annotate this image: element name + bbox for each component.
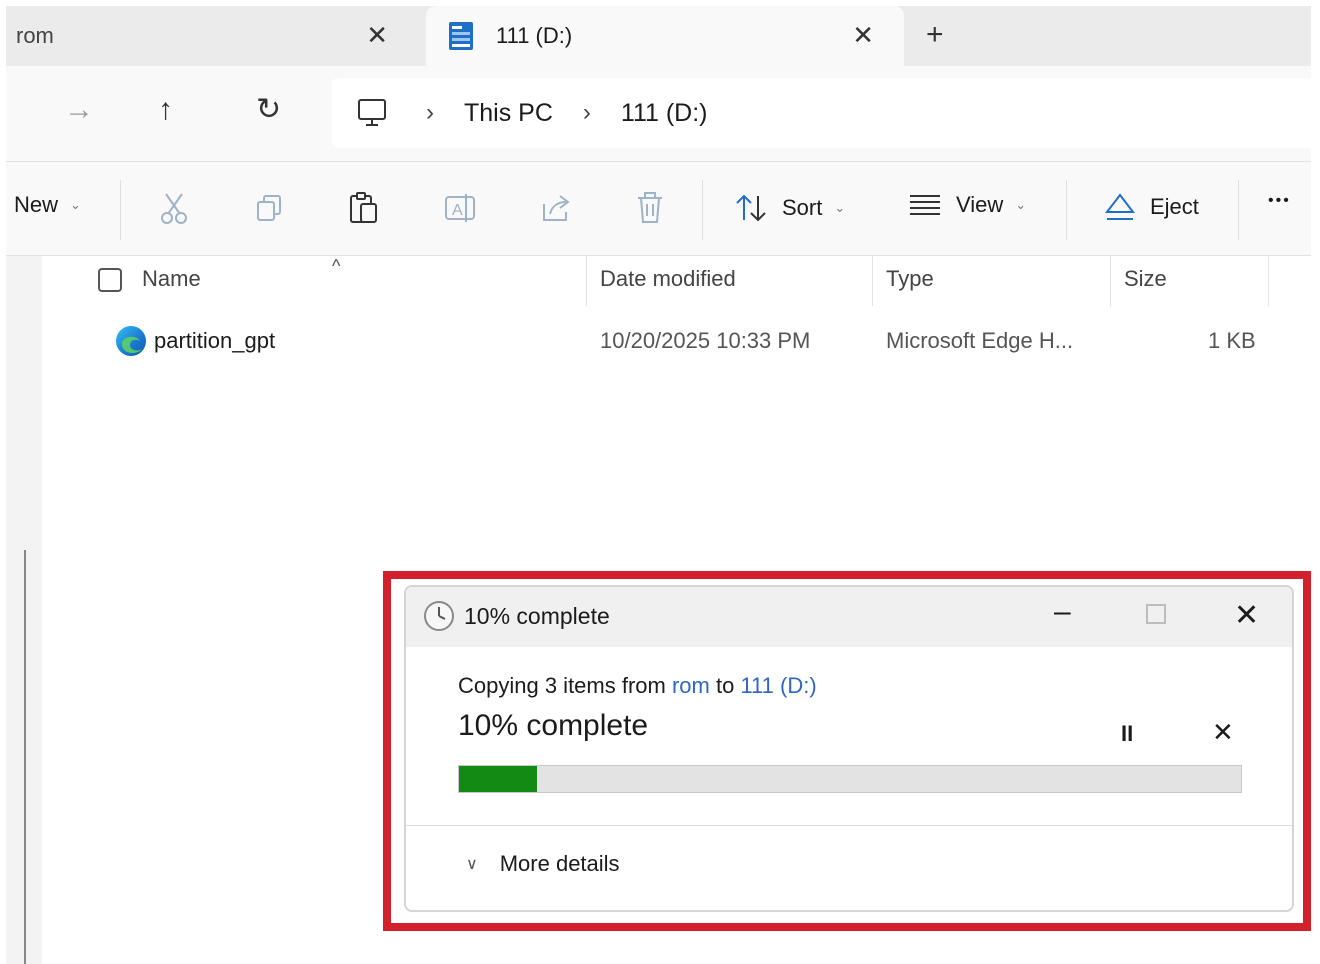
new-tab-button[interactable]: +	[926, 18, 944, 52]
more-options-button[interactable]: •••	[1268, 192, 1291, 210]
file-type: Microsoft Edge H...	[886, 328, 1074, 353]
chevron-down-icon: ⌄	[70, 197, 81, 212]
breadcrumb[interactable]: › This PC › 111 (D:)	[332, 78, 1317, 148]
dialog-title: 10% complete	[464, 603, 610, 629]
column-separator	[872, 256, 873, 306]
column-size[interactable]: Size	[1124, 266, 1167, 292]
summary-mid: to	[709, 673, 741, 698]
file-row[interactable]: partition_gpt 10/20/2025 10:33 PM Micros…	[42, 318, 1311, 368]
view-label: View	[956, 192, 1004, 217]
breadcrumb-separator: ›	[582, 99, 591, 126]
sort-button[interactable]: Sort ⌄	[734, 192, 845, 224]
copy-icon[interactable]	[252, 190, 288, 226]
source-link[interactable]: rom	[672, 673, 710, 698]
chevron-down-icon: ⌄	[1015, 197, 1027, 212]
copy-summary: Copying 3 items from rom to 111 (D:)	[458, 673, 817, 699]
column-separator	[1110, 256, 1111, 306]
divider	[1066, 180, 1067, 240]
monitor-icon	[358, 99, 386, 126]
summary-prefix: Copying 3 items from	[458, 673, 672, 698]
clock-icon	[424, 601, 454, 631]
new-button[interactable]: New ⌄	[14, 192, 81, 218]
progress-bar-fill	[459, 766, 538, 792]
dialog-title-bar: 10% complete – ✕	[406, 587, 1292, 647]
divider	[406, 825, 1292, 826]
pause-button[interactable]: II	[1121, 721, 1133, 747]
breadcrumb-this-pc[interactable]: This PC	[464, 99, 553, 128]
file-name: partition_gpt	[154, 328, 276, 353]
chevron-down-icon: ⌄	[834, 200, 846, 215]
more-details-button[interactable]: ∨ More details	[466, 851, 620, 877]
cancel-copy-button[interactable]: ✕	[1212, 717, 1234, 748]
cut-icon[interactable]	[156, 190, 192, 226]
view-button[interactable]: View ⌄	[908, 192, 1026, 218]
column-separator	[586, 256, 587, 306]
chevron-down-icon: ∨	[466, 856, 478, 873]
column-header: Name ^ Date modified Type Size	[42, 256, 1311, 308]
navigation-pane-border	[24, 550, 26, 964]
progress-status: 10% complete	[458, 709, 649, 742]
up-button[interactable]: ↑	[158, 92, 173, 128]
dialog-close-button[interactable]: ✕	[1234, 599, 1259, 633]
address-bar: → ↑ ↻ › This PC › 111 (D:)	[6, 66, 1317, 162]
destination-link[interactable]: 111 (D:)	[740, 673, 816, 698]
eject-icon	[1104, 193, 1136, 220]
column-type[interactable]: Type	[886, 266, 934, 292]
command-bar: New ⌄ A Sort ⌄ View ⌄ Eject •••	[6, 162, 1311, 256]
progress-bar	[458, 765, 1242, 793]
tab-label: 111 (D:)	[496, 23, 573, 48]
select-all-checkbox[interactable]	[98, 268, 122, 292]
edge-html-file-icon	[116, 326, 146, 356]
copy-progress-dialog: 10% complete – ✕ Copying 3 items from ro…	[404, 585, 1294, 912]
file-date: 10/20/2025 10:33 PM	[600, 328, 811, 353]
rename-icon[interactable]: A	[442, 190, 478, 226]
more-details-label: More details	[499, 851, 620, 876]
tab-rom[interactable]: rom ✕	[6, 6, 418, 66]
close-icon[interactable]: ✕	[366, 20, 388, 50]
breadcrumb-separator: ›	[426, 99, 434, 126]
new-label: New	[14, 192, 59, 217]
eject-button[interactable]: Eject	[1104, 192, 1199, 222]
close-icon[interactable]: ✕	[852, 20, 874, 50]
maximize-button	[1146, 604, 1166, 624]
divider	[1238, 180, 1239, 240]
column-date-modified[interactable]: Date modified	[600, 266, 736, 292]
delete-icon[interactable]	[632, 190, 668, 226]
tab-strip: rom ✕ 111 (D:) ✕ +	[6, 6, 1311, 66]
divider	[120, 180, 121, 240]
refresh-button[interactable]: ↻	[256, 92, 281, 128]
column-name[interactable]: Name	[142, 266, 201, 292]
view-icon	[910, 195, 940, 215]
divider	[702, 180, 703, 240]
share-icon[interactable]	[538, 190, 574, 226]
sort-icon	[736, 194, 766, 222]
forward-button[interactable]: →	[64, 92, 94, 128]
column-separator	[1268, 256, 1269, 306]
file-size: 1 KB	[1208, 328, 1256, 353]
sort-ascending-icon: ^	[332, 256, 341, 276]
tab-drive-d[interactable]: 111 (D:) ✕	[426, 6, 904, 66]
svg-text:A: A	[452, 202, 463, 219]
paste-icon[interactable]	[346, 190, 382, 226]
drive-icon	[449, 22, 473, 50]
breadcrumb-drive[interactable]: 111 (D:)	[621, 99, 708, 128]
eject-label: Eject	[1150, 194, 1199, 219]
sort-label: Sort	[782, 195, 823, 220]
minimize-button[interactable]: –	[1054, 595, 1071, 629]
tab-label: rom	[16, 23, 54, 48]
